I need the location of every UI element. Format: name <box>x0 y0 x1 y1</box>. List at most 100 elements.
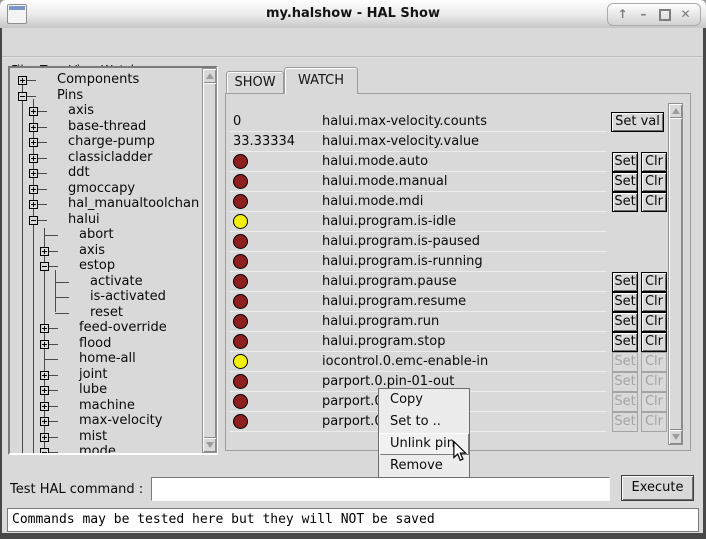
hal-command-input[interactable] <box>151 477 610 501</box>
clr-button: Clr <box>641 352 667 372</box>
tree-scrollbar[interactable] <box>202 68 217 453</box>
tree-branch-line <box>49 406 58 407</box>
plus-box-icon[interactable] <box>40 340 49 349</box>
watch-row: halui.mode.mdiSetClr <box>226 192 668 212</box>
tree-item-activate[interactable]: activate <box>10 274 200 290</box>
clr-button[interactable]: Clr <box>641 292 667 312</box>
clr-button[interactable]: Clr <box>641 192 667 212</box>
tree-item-hal_manualtoolchan[interactable]: hal_manualtoolchan <box>10 196 200 212</box>
tree-view: ComponentsPinsaxisbase-threadcharge-pump… <box>10 68 200 453</box>
maximize-icon[interactable] <box>654 5 675 24</box>
set-button[interactable]: Set <box>612 332 638 352</box>
minus-box-icon[interactable] <box>40 262 49 271</box>
shade-icon[interactable]: ↑ <box>612 5 633 24</box>
clr-button[interactable]: Clr <box>641 312 667 332</box>
plus-box-icon[interactable] <box>29 107 38 116</box>
tree-item-abort[interactable]: abort <box>10 227 200 243</box>
close-icon[interactable]: ✕ <box>675 5 696 24</box>
plus-box-icon[interactable] <box>29 154 38 163</box>
plus-box-icon[interactable] <box>40 386 49 395</box>
pin-name: halui.program.is-running <box>322 254 483 269</box>
tree-item-label: joint <box>79 367 108 382</box>
tree-item-mist[interactable]: mist <box>10 429 200 445</box>
set-button[interactable]: Set <box>612 292 638 312</box>
tree-item-machine[interactable]: machine <box>10 398 200 414</box>
tree-item-label: machine <box>79 398 135 413</box>
clr-button[interactable]: Clr <box>641 272 667 292</box>
plus-box-icon[interactable] <box>29 138 38 147</box>
set-val-button[interactable]: Set val <box>611 112 664 132</box>
tree-item-label: home-all <box>79 351 136 366</box>
plus-box-icon[interactable] <box>40 402 49 411</box>
plus-box-icon[interactable] <box>29 123 38 132</box>
set-button[interactable]: Set <box>612 312 638 332</box>
tree-branch-line <box>38 142 47 143</box>
tab-watch[interactable]: WATCH <box>284 67 358 94</box>
watch-scrollbar-thumb[interactable] <box>669 118 682 430</box>
plus-box-icon[interactable] <box>29 185 38 194</box>
plus-box-icon[interactable] <box>18 76 27 85</box>
tree-item-gmoccapy[interactable]: gmoccapy <box>10 181 200 197</box>
tree-item-home-all[interactable]: home-all <box>10 351 200 367</box>
tree-item-feed-override[interactable]: feed-override <box>10 320 200 336</box>
tree-item-axis[interactable]: axis <box>10 243 200 259</box>
plus-box-icon[interactable] <box>40 417 49 426</box>
pin-name: halui.program.run <box>322 314 439 329</box>
tree-scrollbar-thumb[interactable] <box>203 83 216 438</box>
tree-item-charge-pump[interactable]: charge-pump <box>10 134 200 150</box>
watch-row: 33.33334halui.max-velocity.value <box>226 132 668 152</box>
tree-item-is-activated[interactable]: is-activated <box>10 289 200 305</box>
plus-box-icon[interactable] <box>40 433 49 442</box>
minimize-icon[interactable]: – <box>633 5 654 24</box>
minus-box-icon[interactable] <box>18 92 27 101</box>
clr-button: Clr <box>641 392 667 412</box>
tree-item-Pins[interactable]: Pins <box>10 88 200 104</box>
execute-button[interactable]: Execute <box>621 475 694 501</box>
tree-item-axis[interactable]: axis <box>10 103 200 119</box>
tree-item-reset[interactable]: reset <box>10 305 200 321</box>
tree-branch-line <box>49 421 58 422</box>
clr-button[interactable]: Clr <box>641 172 667 192</box>
up-arrow-icon[interactable] <box>206 73 214 79</box>
menu-item-copy[interactable]: Copy <box>379 389 469 411</box>
tree-item-ddt[interactable]: ddt <box>10 165 200 181</box>
tab-show[interactable]: SHOW <box>226 71 284 93</box>
plus-box-icon[interactable] <box>40 371 49 380</box>
tree-item-max-velocity[interactable]: max-velocity <box>10 413 200 429</box>
tree-item-joint[interactable]: joint <box>10 367 200 383</box>
minus-box-icon[interactable] <box>40 448 49 453</box>
led-indicator-red <box>233 154 248 169</box>
watch-row: halui.program.stopSetClr <box>226 332 668 352</box>
set-button[interactable]: Set <box>612 172 638 192</box>
pin-name: parport.0 <box>322 394 383 409</box>
watch-scrollbar[interactable] <box>668 103 683 445</box>
led-indicator-red <box>233 374 248 389</box>
tree-item-Components[interactable]: Components <box>10 72 200 88</box>
tree-item-label: Components <box>57 72 139 87</box>
up-arrow-icon[interactable] <box>672 108 680 114</box>
plus-box-icon[interactable] <box>29 169 38 178</box>
menu-item-set-to[interactable]: Set to .. <box>379 411 469 433</box>
tree-item-lube[interactable]: lube <box>10 382 200 398</box>
pin-value: 33.33334 <box>233 134 295 149</box>
pin-name: halui.max-velocity.counts <box>322 114 487 129</box>
set-button[interactable]: Set <box>612 192 638 212</box>
pin-name: parport.0.pin-01-out <box>322 374 454 389</box>
tree-item-halui[interactable]: halui <box>10 212 200 228</box>
clr-button[interactable]: Clr <box>641 152 667 172</box>
tree-item-mode[interactable]: mode <box>10 444 200 453</box>
tree-item-base-thread[interactable]: base-thread <box>10 119 200 135</box>
minus-box-icon[interactable] <box>29 216 38 225</box>
down-arrow-icon[interactable] <box>672 434 680 440</box>
tree-item-classicladder[interactable]: classicladder <box>10 150 200 166</box>
tree-item-label: ddt <box>68 165 90 180</box>
set-button[interactable]: Set <box>612 272 638 292</box>
plus-box-icon[interactable] <box>40 324 49 333</box>
plus-box-icon[interactable] <box>29 200 38 209</box>
tree-item-estop[interactable]: estop <box>10 258 200 274</box>
set-button[interactable]: Set <box>612 152 638 172</box>
tree-item-flood[interactable]: flood <box>10 336 200 352</box>
down-arrow-icon[interactable] <box>206 442 214 448</box>
plus-box-icon[interactable] <box>40 247 49 256</box>
clr-button[interactable]: Clr <box>641 332 667 352</box>
